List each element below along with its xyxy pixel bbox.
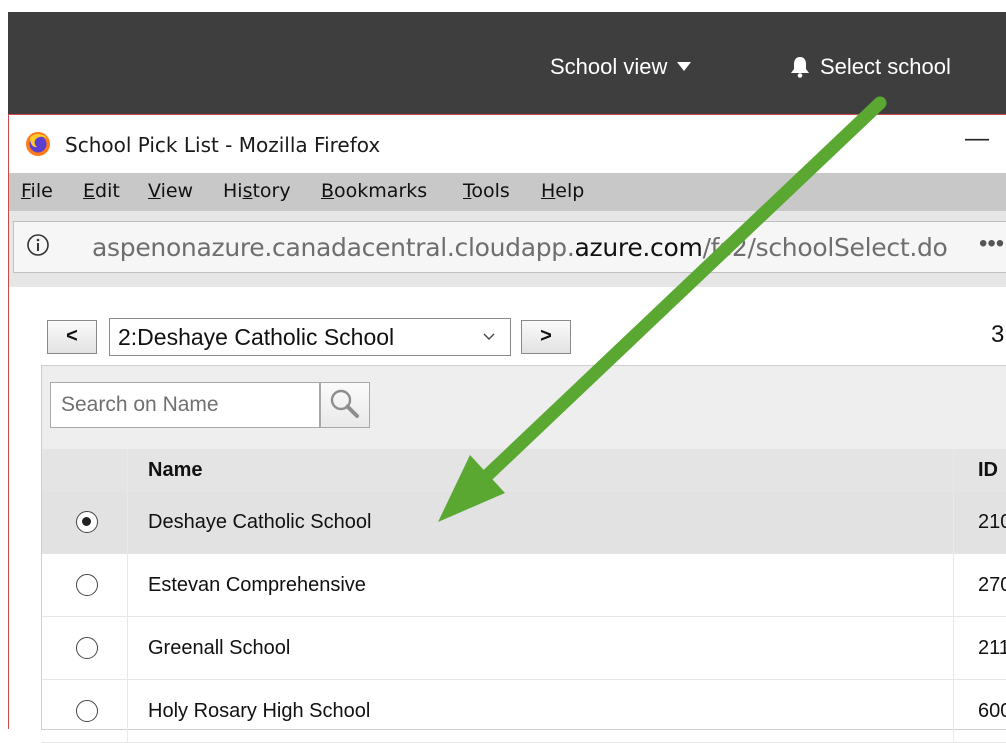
firefox-logo-icon — [26, 132, 50, 156]
school-select-value: 2:Deshaye Catholic School — [118, 324, 395, 350]
menu-history[interactable]: History — [223, 180, 291, 202]
school-radio[interactable] — [76, 637, 98, 659]
school-id-cell: 600 — [978, 700, 1006, 722]
table-row[interactable]: Deshaye Catholic School 210 — [42, 491, 1006, 554]
row-select-cell — [42, 617, 128, 679]
menu-tools[interactable]: Tools — [463, 180, 510, 202]
search-button[interactable] — [320, 382, 370, 428]
school-id-cell: 270 — [978, 574, 1006, 596]
school-select[interactable]: 2:Deshaye Catholic School — [109, 318, 511, 356]
page-content: < 2:Deshaye Catholic School > 3 Name — [9, 287, 1006, 743]
row-select-cell — [42, 554, 128, 616]
row-select-cell — [42, 491, 128, 553]
school-id-cell: 211 — [978, 637, 1006, 659]
search-bar — [42, 366, 1006, 449]
menu-help[interactable]: Help — [541, 180, 584, 202]
school-list-panel: Name ID Deshaye Catholic School 210 Este… — [41, 365, 1006, 743]
menu-view[interactable]: View — [148, 180, 193, 202]
search-input[interactable] — [50, 382, 320, 428]
magnifier-icon — [330, 389, 359, 418]
info-icon[interactable] — [26, 233, 50, 257]
window-title: School Pick List - Mozilla Firefox — [65, 133, 381, 157]
school-radio[interactable] — [76, 700, 98, 722]
menu-bar: File Edit View History Bookmarks Tools H… — [9, 173, 1006, 211]
select-school-label: Select school — [820, 54, 951, 79]
address-bar[interactable]: aspenonazure.canadacentral.cloudapp.azur… — [13, 221, 1006, 273]
caret-down-icon — [677, 62, 692, 71]
column-header-name[interactable]: Name — [128, 449, 954, 490]
page-actions-button[interactable]: ••• — [979, 230, 1004, 258]
top-strip — [0, 0, 1006, 12]
school-view-label: School view — [550, 54, 668, 79]
chevron-down-icon — [483, 333, 495, 340]
school-name-cell: Greenall School — [128, 617, 954, 679]
record-count: 3 — [991, 321, 1005, 348]
school-name-cell: Estevan Comprehensive — [128, 554, 954, 616]
school-name-cell: Holy Rosary High School — [128, 680, 954, 742]
menu-edit[interactable]: Edit — [83, 180, 120, 202]
url-text[interactable]: aspenonazure.canadacentral.cloudapp.azur… — [92, 233, 948, 262]
table-row[interactable]: Greenall School 211 — [42, 617, 1006, 680]
school-table: Name ID Deshaye Catholic School 210 Este… — [42, 449, 1006, 743]
app-header: School view Select school — [8, 12, 1006, 114]
bell-icon — [791, 57, 809, 78]
minimize-button[interactable]: — — [965, 125, 989, 153]
school-name-cell: Deshaye Catholic School — [128, 491, 954, 553]
menu-bookmarks[interactable]: Bookmarks — [321, 180, 427, 202]
school-pick-list-window: School Pick List - Mozilla Firefox — Fil… — [8, 114, 1006, 743]
menu-file[interactable]: File — [21, 180, 53, 202]
next-school-button[interactable]: > — [521, 320, 571, 354]
school-radio[interactable] — [76, 511, 98, 533]
column-header-id[interactable]: ID — [954, 449, 1006, 490]
table-header: Name ID — [42, 449, 1006, 491]
school-view-menu[interactable]: School view — [550, 54, 692, 80]
table-row[interactable]: Holy Rosary High School 600 — [42, 680, 1006, 743]
navigation-toolbar: aspenonazure.canadacentral.cloudapp.azur… — [9, 211, 1006, 287]
table-row[interactable]: Estevan Comprehensive 270 — [42, 554, 1006, 617]
school-radio[interactable] — [76, 574, 98, 596]
row-select-cell — [42, 680, 128, 742]
header-select-cell — [42, 449, 128, 490]
select-school-button[interactable]: Select school — [790, 54, 951, 80]
window-titlebar: School Pick List - Mozilla Firefox — — [9, 115, 1006, 173]
previous-school-button[interactable]: < — [47, 320, 97, 354]
school-id-cell: 210 — [978, 511, 1006, 533]
